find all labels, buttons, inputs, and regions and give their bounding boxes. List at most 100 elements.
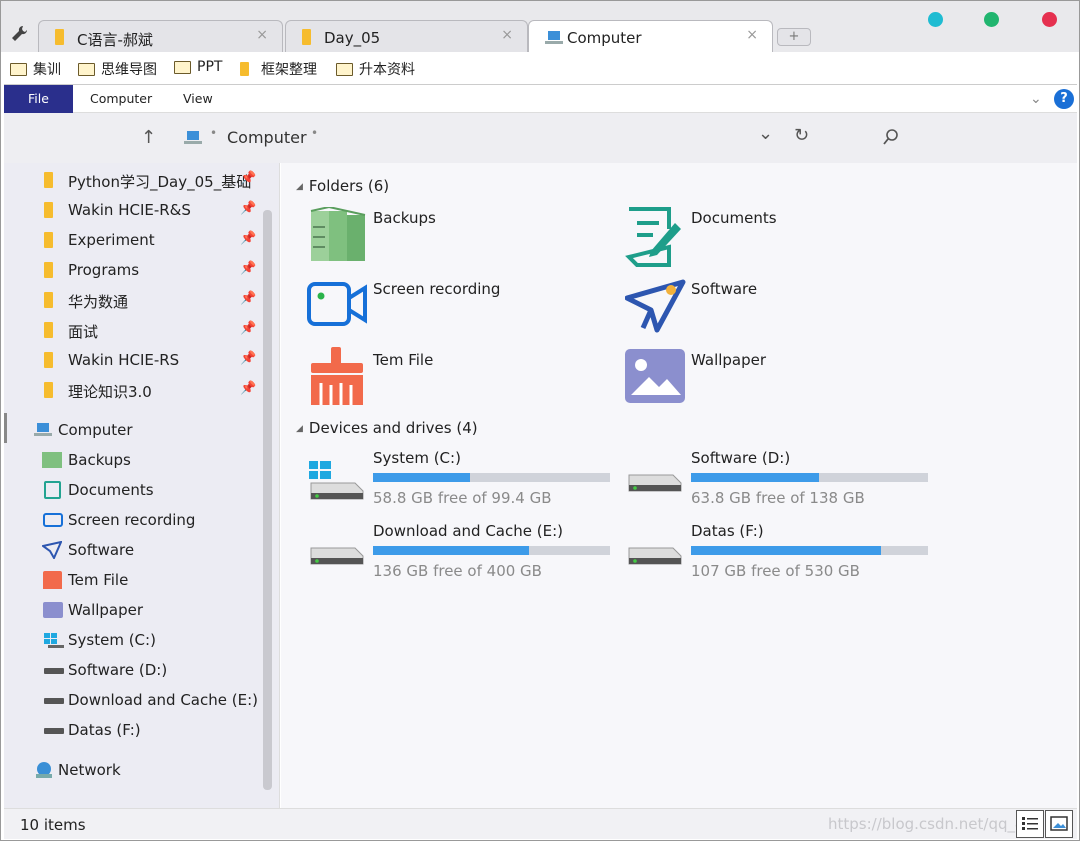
window-dot-green[interactable] [984, 12, 999, 27]
software-icon [40, 540, 63, 563]
tab-computer[interactable]: Computer × [528, 20, 773, 53]
pin-icon: 📌 [240, 261, 257, 276]
folder-icon [10, 62, 27, 76]
screen-recording-icon [307, 280, 367, 332]
sidebar-pinned-item[interactable]: Wakin HCIE-RS 📌 [4, 347, 259, 373]
file-tab[interactable]: File [4, 85, 73, 113]
status-bar: 10 items https://blog.csdn.net/qq_45 [4, 808, 1077, 839]
window-dot-cyan[interactable] [928, 12, 943, 27]
collapse-icon: ◢ [296, 424, 303, 434]
tab-c-language[interactable]: C语言-郝斌 × [38, 20, 283, 52]
sidebar-item-wallpaper[interactable]: Wallpaper [4, 597, 259, 623]
drives-section-header[interactable]: ◢ Devices and drives (4) [296, 419, 478, 437]
folder-icon [44, 202, 53, 218]
window-dot-red[interactable] [1042, 12, 1057, 27]
drive-icon [307, 544, 365, 572]
drive-usage-fill [691, 546, 881, 555]
drive-download-e[interactable]: Download and Cache (E:) 136 GB free of 4… [307, 522, 610, 586]
sidebar-pinned-item[interactable]: 华为数通 📌 [4, 287, 259, 313]
folder-icon [44, 322, 53, 338]
bookmark-item[interactable]: 框架整理 [240, 59, 317, 79]
drive-usage-fill [373, 473, 471, 482]
wallpaper-icon [43, 602, 63, 618]
sidebar-item-screen-recording[interactable]: Screen recording [4, 507, 259, 533]
tab-day05[interactable]: Day_05 × [285, 20, 528, 52]
search-icon[interactable] [882, 128, 900, 150]
sidebar-item-documents[interactable]: Documents [4, 477, 259, 503]
sidebar-item-backups[interactable]: Backups [4, 447, 259, 473]
close-tab-icon[interactable]: × [746, 27, 758, 43]
sidebar-pinned-item[interactable]: Experiment 📌 [4, 227, 259, 253]
sidebar-item-software[interactable]: Software [4, 537, 259, 563]
new-tab-button[interactable]: + [777, 28, 811, 46]
sidebar-scrollbar[interactable] [263, 210, 272, 790]
close-tab-icon[interactable]: × [256, 27, 268, 43]
sidebar-pinned-item[interactable]: 理论知识3.0 📌 [4, 377, 259, 403]
sidebar-item-download-e[interactable]: Download and Cache (E:) [4, 687, 259, 713]
address-bar: ↑ • Computer • ⌄ ↻ [4, 113, 1077, 163]
computer-tab[interactable]: Computer [90, 91, 152, 106]
sidebar-pinned-item[interactable]: Python学习_Day_05_基础 📌 [4, 167, 259, 193]
history-dropdown-icon[interactable]: ⌄ [758, 123, 773, 144]
pin-icon: 📌 [240, 381, 257, 396]
sidebar-item-network[interactable]: Network [4, 757, 259, 783]
folder-icon [44, 352, 53, 368]
sidebar-pinned-item[interactable]: Programs 📌 [4, 257, 259, 283]
drive-usage-bar [373, 546, 610, 555]
folder-software[interactable]: Software [624, 278, 925, 342]
sidebar-item-system-c[interactable]: System (C:) [4, 627, 259, 653]
network-icon [34, 761, 54, 783]
windows-drive-icon [307, 459, 365, 507]
sidebar-item-software-d[interactable]: Software (D:) [4, 657, 259, 683]
pin-icon: 📌 [240, 231, 257, 246]
chevron-down-icon[interactable]: ⌄ [1030, 91, 1042, 107]
up-arrow-button[interactable]: ↑ [141, 127, 156, 148]
pin-icon: 📌 [240, 171, 257, 186]
view-tab[interactable]: View [183, 91, 213, 106]
pin-icon: 📌 [240, 351, 257, 366]
drive-icon [44, 698, 64, 704]
bookmark-item[interactable]: 集训 [10, 59, 61, 79]
bookmark-item[interactable]: 升本资料 [336, 59, 415, 79]
breadcrumb-computer[interactable]: Computer [227, 128, 307, 147]
sidebar-item-tem-file[interactable]: Tem File [4, 567, 259, 593]
drive-icon [44, 728, 64, 734]
folder-icon [44, 382, 53, 398]
documents-icon [625, 207, 685, 271]
close-tab-icon[interactable]: × [501, 27, 513, 43]
breadcrumb-separator: • [311, 126, 319, 140]
bookmark-item[interactable]: 思维导图 [78, 59, 157, 79]
pin-icon: 📌 [240, 201, 257, 216]
item-count: 10 items [20, 816, 86, 834]
folder-tem-file[interactable]: Tem File [307, 347, 607, 413]
backups-icon [307, 205, 367, 267]
details-view-icon[interactable] [1016, 810, 1044, 838]
drive-system-c[interactable]: System (C:) 58.8 GB free of 99.4 GB [307, 449, 610, 513]
folder-documents[interactable]: Documents [625, 207, 925, 271]
folders-section-header[interactable]: ◢ Folders (6) [296, 177, 389, 195]
sidebar-item-computer[interactable]: Computer [4, 417, 259, 443]
sidebar-item-datas-f[interactable]: Datas (F:) [4, 717, 259, 743]
large-icons-view-icon[interactable] [1045, 810, 1073, 838]
ribbon: File Computer View ⌄ ? [4, 84, 1077, 113]
wrench-icon[interactable] [9, 24, 29, 44]
help-button[interactable]: ? [1054, 89, 1074, 109]
folder-backups[interactable]: Backups [307, 205, 607, 271]
drive-software-d[interactable]: Software (D:) 63.8 GB free of 138 GB [625, 449, 928, 513]
drive-icon [625, 471, 683, 499]
refresh-icon[interactable]: ↻ [794, 125, 809, 146]
folder-icon [44, 172, 53, 188]
watermark: https://blog.csdn.net/qq_45 [828, 815, 1035, 833]
sidebar-pinned-item[interactable]: Wakin HCIE-R&S 📌 [4, 197, 259, 223]
drive-datas-f[interactable]: Datas (F:) 107 GB free of 530 GB [625, 522, 928, 586]
tem-file-icon [307, 347, 367, 411]
navigation-pane: Python学习_Day_05_基础 📌 Wakin HCIE-R&S 📌 Expe… [4, 163, 280, 808]
bookmark-item[interactable]: PPT [174, 59, 222, 75]
drive-icon [625, 544, 683, 572]
wallpaper-icon [625, 349, 685, 407]
drive-usage-bar [373, 473, 610, 482]
computer-icon [34, 423, 52, 441]
sidebar-pinned-item[interactable]: 面试 📌 [4, 317, 259, 343]
folder-wallpaper[interactable]: Wallpaper [625, 349, 925, 413]
folder-screen-recording[interactable]: Screen recording [307, 278, 607, 342]
